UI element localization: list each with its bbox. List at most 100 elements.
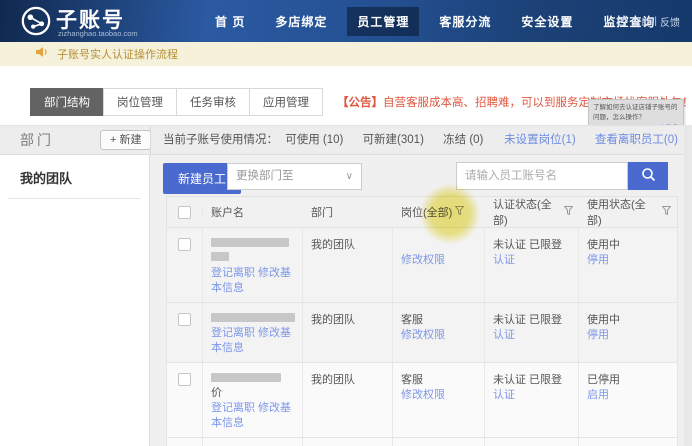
dept-sidebar: 我的团队 [0,155,150,446]
usage-cell: 使用中 停用 [579,228,677,302]
stat-creatable: 可新建(301) [362,134,424,146]
employee-search [456,162,668,190]
row-checkbox[interactable] [178,238,191,251]
speaker-icon [36,45,49,63]
filter-icon[interactable] [661,206,672,218]
auth-cell: 未认证 已限登 认证 [485,228,579,302]
row-action-links[interactable]: 登记离职 修改基本信息 [211,401,296,431]
announcement-prefix: 【公告】 [337,96,383,109]
usage-label: 当前子账号使用情况： [163,134,278,146]
row-checkbox[interactable] [178,313,191,326]
stat-available: 可使用 (10) [285,134,344,146]
feedback-link[interactable]: 反馈 [660,14,680,29]
header-dept: 部门 [311,207,333,219]
account-usage-info: 当前子账号使用情况： 可使用 (10) 可新建(301) 冻结 (0) [163,126,499,154]
usage-cell: 已停用 启用 [579,363,677,437]
divider [8,198,141,199]
account-cell: 登记离职 修改基本信息 [203,228,303,302]
auth-cell: 未认证 已限登 认证 [485,438,579,446]
top-nav: 子账号 zizhanghao.taobao.com 首 页 多店绑定 员工管理 … [0,0,692,42]
edit-note-icon [617,15,628,29]
page: 子账号 zizhanghao.taobao.com 首 页 多店绑定 员工管理 … [0,0,692,446]
table-row: 登记离职 修改基本信息 我的团队 客服 修改权限 未认证 已限登 认证 已停用 … [166,438,678,446]
tab-app-mgmt[interactable]: 应用管理 [249,87,323,116]
edit-permissions-link[interactable]: 修改权限 [401,253,478,268]
edit-permissions-link[interactable]: 修改权限 [401,328,478,343]
account-cell: 登记离职 修改基本信息 [203,438,303,446]
notice-bar: 子账号实人认证操作流程 [0,42,692,66]
toggle-status-link[interactable]: 停用 [587,253,671,268]
dept-strip: 部门 + 新建 当前子账号使用情况： 可使用 (10) 可新建(301) 冻结 … [0,125,692,155]
dept-cell: 我的团队 [303,363,393,437]
usage-cell: 使用中 停用 [579,303,677,362]
tab-task-review[interactable]: 任务审核 [176,87,250,116]
search-button[interactable] [628,162,668,190]
position-cell: 客服 修改权限 [393,303,485,362]
auth-cell: 未认证 已限登 认证 [485,303,579,362]
change-dept-value: 更换部门至 [236,170,294,182]
scrollbar-track[interactable] [684,125,692,446]
table-row: 登记离职 修改基本信息 我的团队 修改权限 未认证 已限登 认证 使用中 停用 [166,228,678,303]
toggle-status-link[interactable]: 启用 [587,388,671,403]
chevron-down-icon: ∨ [345,171,353,182]
select-all-checkbox[interactable] [178,205,191,219]
help-feedback: 帮助 | 反馈 [617,14,680,29]
authenticate-link[interactable]: 认证 [493,253,572,268]
position-cell: 客服 修改权限 [393,438,485,446]
new-dept-button[interactable]: + 新建 [100,130,152,150]
tabs-row: 部门结构 岗位管理 任务审核 应用管理 【公告】自营客服成本高、招聘难，可以到服… [30,87,692,116]
resigned-employees-link[interactable]: 查看离职员工(0) [595,134,678,146]
divider [150,126,151,154]
tab-dept-structure[interactable]: 部门结构 [30,87,104,116]
redacted-account-name [211,313,295,322]
faq-tooltip-text: 了解如何去认证店铺子账号的问题，怎么操作？ [593,104,678,122]
row-checkbox[interactable] [178,373,191,386]
header-position-filter[interactable]: 岗位(全部) [393,204,485,220]
employee-table: 账户名 部门 岗位(全部) 认证状态(全部) 使用状态(全部) 登记离职 修改基… [166,196,678,446]
nav-item-multistore[interactable]: 多店绑定 [265,7,337,36]
tab-position-mgmt[interactable]: 岗位管理 [103,87,177,116]
change-dept-select[interactable]: 更换部门至 ∨ [227,163,362,190]
auth-cell: 未认证 已限登 认证 [485,363,579,437]
help-link[interactable]: 帮助 [631,14,651,29]
stat-frozen: 冻结 (0) [443,134,484,146]
dept-strip-links: 未设置岗位(1) 查看离职员工(0) [488,126,678,154]
table-header: 账户名 部门 岗位(全部) 认证状态(全部) 使用状态(全部) [166,196,678,228]
nav-item-security[interactable]: 安全设置 [511,7,583,36]
redacted-account-name [211,252,229,262]
main-content: 新建员工 更换部门至 ∨ 账户名 部门 岗位(全部) [150,155,692,446]
usage-cell: 已停用 启用 [579,438,677,446]
header-account: 账户名 [211,207,244,219]
authenticate-link[interactable]: 认证 [493,328,572,343]
dept-cell: 我的团队 [303,228,393,302]
table-row: 价 登记离职 修改基本信息 我的团队 客服 修改权限 未认证 已限登 认证 已停… [166,363,678,438]
row-action-links[interactable]: 登记离职 修改基本信息 [211,266,296,296]
notice-link[interactable]: 子账号实人认证操作流程 [57,46,178,62]
no-position-link[interactable]: 未设置岗位(1) [504,134,576,146]
position-cell: 修改权限 [393,228,485,302]
redacted-account-name [211,373,281,382]
nav-item-service-routing[interactable]: 客服分流 [429,7,501,36]
account-cell: 登记离职 修改基本信息 [203,303,303,362]
divider: | [654,16,657,27]
edit-permissions-link[interactable]: 修改权限 [401,388,478,403]
table-row: 登记离职 修改基本信息 我的团队 客服 修改权限 未认证 已限登 认证 使用中 … [166,303,678,363]
dept-cell: 我的团队 [303,303,393,362]
filter-icon[interactable] [563,206,574,218]
authenticate-link[interactable]: 认证 [493,388,572,403]
header-usage-filter[interactable]: 使用状态(全部) [579,196,677,228]
toggle-status-link[interactable]: 停用 [587,328,671,343]
app-domain: zizhanghao.taobao.com [58,29,138,38]
row-action-links[interactable]: 登记离职 修改基本信息 [211,326,296,356]
sidebar-item-my-team[interactable]: 我的团队 [20,168,149,187]
header-auth-filter[interactable]: 认证状态(全部) [485,196,579,228]
dept-cell: 我的团队 [303,438,393,446]
logo-icon[interactable] [20,5,52,42]
dept-title: 部门 [20,132,54,148]
nav-item-employee-mgmt[interactable]: 员工管理 [347,6,420,36]
nav-menu: 首 页 多店绑定 员工管理 客服分流 安全设置 监控查询 [205,0,665,42]
search-input[interactable] [456,162,628,190]
nav-item-home[interactable]: 首 页 [205,7,255,36]
filter-icon[interactable] [454,206,465,218]
account-cell: 价 登记离职 修改基本信息 [203,363,303,437]
